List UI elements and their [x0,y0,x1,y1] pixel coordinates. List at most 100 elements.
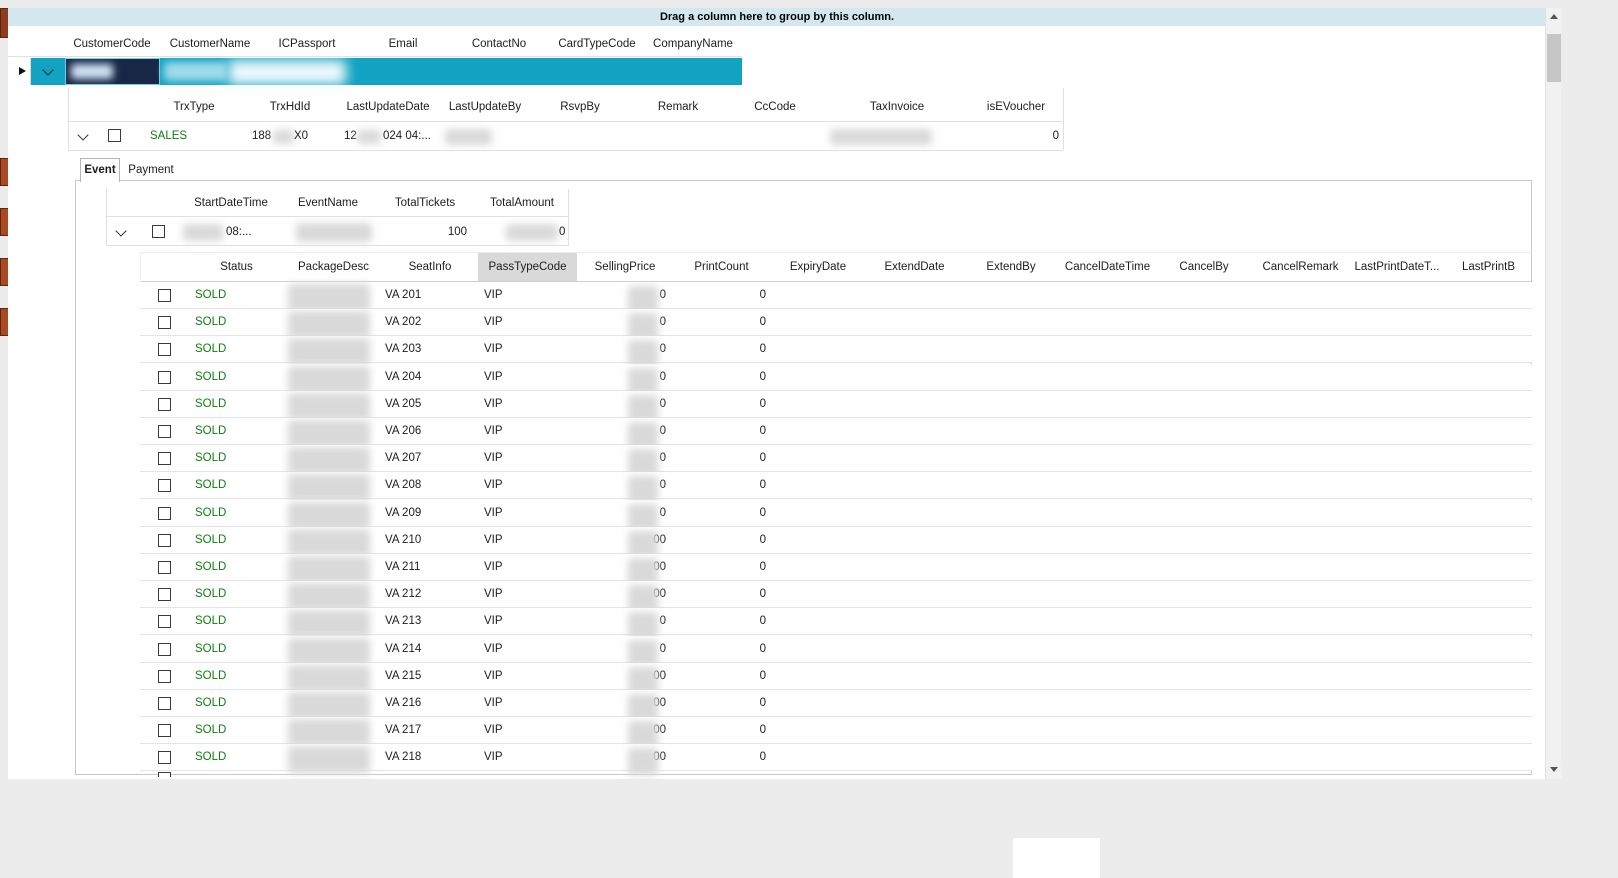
ticket-status: SOLD [195,336,226,363]
column-header-expirydate[interactable]: ExpiryDate [770,253,866,281]
row-checkbox[interactable] [158,452,171,465]
customer-row-selected[interactable] [31,58,742,85]
column-header-remark[interactable]: Remark [658,99,698,115]
column-header-customername[interactable]: CustomerName [170,36,251,52]
ticket-passtype: VIP [484,663,503,690]
row-checkbox[interactable] [158,615,171,628]
column-header-cardtypecode[interactable]: CardTypeCode [558,36,635,52]
ticket-row[interactable]: SOLD VA 214 VIP 0 0 [140,636,1532,663]
column-header-eventname[interactable]: EventName [298,195,358,211]
ticket-row[interactable]: SOLD VA 205 VIP 0 0 [140,391,1532,418]
row-checkbox[interactable] [158,588,171,601]
column-header-icpassport[interactable]: ICPassport [279,36,336,52]
column-header-totaltickets[interactable]: TotalTickets [395,195,455,211]
column-header-cancelby[interactable]: CancelBy [1156,253,1252,281]
row-checkbox[interactable] [158,507,171,520]
column-header-companyname[interactable]: CompanyName [653,36,733,52]
column-header-trxtype[interactable]: TrxType [173,99,214,115]
column-header-status[interactable]: Status [188,253,285,281]
column-header-lastupdatedate[interactable]: LastUpdateDate [346,99,429,115]
ticket-seat: VA 214 [385,636,421,663]
row-checkbox[interactable] [158,425,171,438]
tab-event-label: Event [84,164,115,176]
ticket-status: SOLD [195,744,226,771]
ticket-passtype: VIP [484,608,503,635]
ticket-row[interactable]: SOLD VA 201 VIP 0 0 [140,282,1532,309]
group-by-bar[interactable]: Drag a column here to group by this colu… [8,8,1546,26]
ticket-printcount: 0 [746,717,766,744]
ticket-row[interactable]: SOLD VA 210 VIP 00 0 [140,527,1532,554]
column-header-isevoucher[interactable]: isEVoucher [987,99,1045,115]
package-desc-redacted [288,502,370,529]
row-checkbox[interactable] [158,751,171,764]
column-header-passtypecode[interactable]: PassTypeCode [478,253,577,281]
row-checkbox[interactable] [158,343,171,356]
column-header-extenddate[interactable]: ExtendDate [866,253,963,281]
ticket-row[interactable]: SOLD VA 206 VIP 0 0 [140,418,1532,445]
row-checkbox[interactable] [158,724,171,737]
column-header-contactno[interactable]: ContactNo [472,36,526,52]
column-header-seatinfo[interactable]: SeatInfo [382,253,478,281]
row-checkbox[interactable] [158,670,171,683]
ticket-row[interactable]: SOLD VA 217 VIP 00 0 [140,717,1532,744]
row-checkbox[interactable] [158,289,171,302]
column-header-lastprintdate[interactable]: LastPrintDateT... [1349,253,1445,281]
ticket-row[interactable]: SOLD VA 212 VIP 00 0 [140,581,1532,608]
ticket-row[interactable]: SOLD VA 208 VIP 0 0 [140,472,1532,499]
column-header-trxhdid[interactable]: TrxHdId [270,99,310,115]
row-checkbox[interactable] [158,316,171,329]
column-header-lastprintby[interactable]: LastPrintB [1445,253,1532,281]
ticket-passtype: VIP [484,364,503,391]
ticket-status: SOLD [195,309,226,336]
tab-event[interactable]: Event [80,158,120,182]
row-checkbox[interactable] [158,697,171,710]
row-checkbox[interactable] [158,643,171,656]
ticket-row[interactable]: SOLD VA 202 VIP 0 0 [140,309,1532,336]
row-checkbox[interactable] [158,371,171,384]
row-checkbox[interactable] [158,398,171,411]
column-header-totalamount[interactable]: TotalAmount [490,195,554,211]
package-desc-redacted [288,665,370,692]
ticket-passtype: VIP [484,717,503,744]
ticket-status: SOLD [195,717,226,744]
ticket-row[interactable]: SOLD VA 218 VIP 00 0 [140,744,1532,771]
scrollbar-thumb[interactable] [1547,34,1561,82]
collapse-row-icon[interactable] [42,64,53,75]
row-checkbox[interactable] [158,561,171,574]
tab-payment[interactable]: Payment [124,159,178,183]
ticket-row[interactable]: SOLD VA 203 VIP 0 0 [140,336,1532,363]
column-header-packagedesc[interactable]: PackageDesc [285,253,382,281]
ticket-row[interactable]: SOLD VA 216 VIP 00 0 [140,690,1532,717]
vertical-scrollbar[interactable] [1545,8,1561,779]
column-header-startdatetime[interactable]: StartDateTime [194,195,268,211]
row-checkbox[interactable] [108,129,121,142]
row-checkbox[interactable] [158,534,171,547]
column-header-cancelremark[interactable]: CancelRemark [1252,253,1349,281]
ticket-row[interactable]: SOLD VA 204 VIP 0 0 [140,364,1532,391]
ticket-row[interactable]: SOLD VA 215 VIP 00 0 [140,663,1532,690]
scroll-up-button[interactable] [1546,8,1562,25]
ticket-seat: VA 217 [385,717,421,744]
ticket-row[interactable]: SOLD VA 211 VIP 00 0 [140,554,1532,581]
ticket-row[interactable]: SOLD VA 207 VIP 0 0 [140,445,1532,472]
ticket-row[interactable]: SOLD VA 213 VIP 0 0 [140,608,1532,635]
column-header-taxinvoice[interactable]: TaxInvoice [870,99,924,115]
column-header-cccode[interactable]: CcCode [754,99,796,115]
column-header-email[interactable]: Email [389,36,418,52]
row-checkbox[interactable] [152,225,165,238]
column-header-canceldatetime[interactable]: CancelDateTime [1059,253,1156,281]
customer-code-redacted [66,59,159,84]
ticket-status: SOLD [195,282,226,309]
column-header-lastupdateby[interactable]: LastUpdateBy [449,99,521,115]
column-header-printcount[interactable]: PrintCount [673,253,770,281]
column-header-rsvpby[interactable]: RsvpBy [560,99,600,115]
ticket-passtype: VIP [484,554,503,581]
scroll-down-button[interactable] [1546,761,1562,778]
ticket-grid-header: Status PackageDesc SeatInfo PassTypeCode… [140,253,1532,281]
column-header-extendby[interactable]: ExtendBy [963,253,1059,281]
ticket-row[interactable]: SOLD VA 209 VIP 0 0 [140,500,1532,527]
row-checkbox[interactable] [158,479,171,492]
column-header-customercode[interactable]: CustomerCode [73,36,150,52]
column-header-sellingprice[interactable]: SellingPrice [577,253,673,281]
trx-hdid-suffix: X0 [294,122,308,150]
